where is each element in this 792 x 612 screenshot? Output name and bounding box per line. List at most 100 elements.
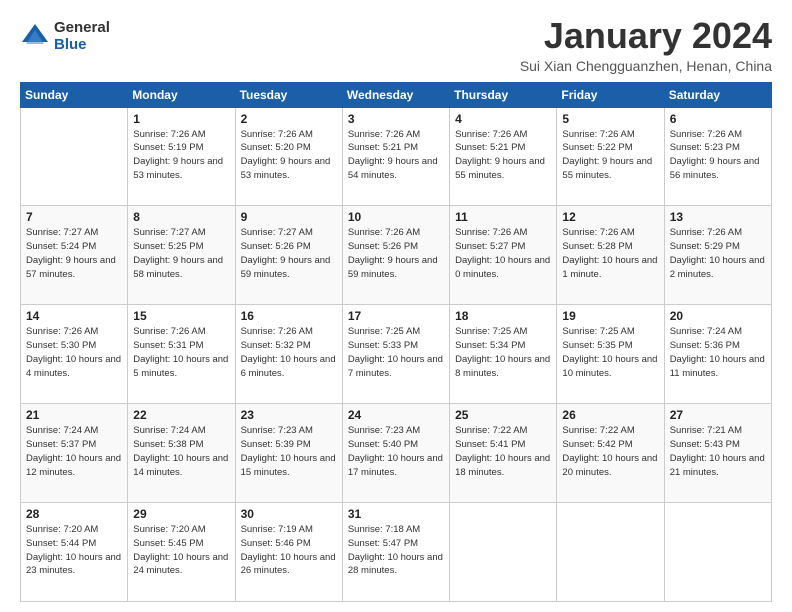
day-info: Sunrise: 7:24 AMSunset: 5:36 PMDaylight:… [670,325,766,380]
table-row: 11 Sunrise: 7:26 AMSunset: 5:27 PMDaylig… [450,206,557,305]
table-row: 22 Sunrise: 7:24 AMSunset: 5:38 PMDaylig… [128,404,235,503]
header-friday: Friday [557,82,664,107]
weekday-header-row: Sunday Monday Tuesday Wednesday Thursday… [21,82,772,107]
day-number: 4 [455,112,551,126]
day-info: Sunrise: 7:23 AMSunset: 5:40 PMDaylight:… [348,424,444,479]
day-info: Sunrise: 7:20 AMSunset: 5:45 PMDaylight:… [133,523,229,578]
day-info: Sunrise: 7:26 AMSunset: 5:29 PMDaylight:… [670,226,766,281]
day-info: Sunrise: 7:22 AMSunset: 5:42 PMDaylight:… [562,424,658,479]
day-number: 16 [241,309,337,323]
day-number: 8 [133,210,229,224]
day-number: 20 [670,309,766,323]
table-row: 17 Sunrise: 7:25 AMSunset: 5:33 PMDaylig… [342,305,449,404]
header: General Blue January 2024 Sui Xian Cheng… [20,16,772,74]
table-row: 8 Sunrise: 7:27 AMSunset: 5:25 PMDayligh… [128,206,235,305]
day-number: 28 [26,507,122,521]
logo-text: General Blue [54,20,110,53]
table-row: 15 Sunrise: 7:26 AMSunset: 5:31 PMDaylig… [128,305,235,404]
table-row: 3 Sunrise: 7:26 AMSunset: 5:21 PMDayligh… [342,107,449,206]
day-number: 23 [241,408,337,422]
day-number: 10 [348,210,444,224]
week-row-3: 21 Sunrise: 7:24 AMSunset: 5:37 PMDaylig… [21,404,772,503]
day-number: 27 [670,408,766,422]
day-number: 24 [348,408,444,422]
day-number: 25 [455,408,551,422]
table-row: 12 Sunrise: 7:26 AMSunset: 5:28 PMDaylig… [557,206,664,305]
day-number: 17 [348,309,444,323]
table-row: 1 Sunrise: 7:26 AMSunset: 5:19 PMDayligh… [128,107,235,206]
day-number: 30 [241,507,337,521]
header-thursday: Thursday [450,82,557,107]
week-row-0: 1 Sunrise: 7:26 AMSunset: 5:19 PMDayligh… [21,107,772,206]
table-row: 4 Sunrise: 7:26 AMSunset: 5:21 PMDayligh… [450,107,557,206]
day-info: Sunrise: 7:25 AMSunset: 5:33 PMDaylight:… [348,325,444,380]
day-number: 11 [455,210,551,224]
header-tuesday: Tuesday [235,82,342,107]
day-info: Sunrise: 7:26 AMSunset: 5:21 PMDaylight:… [455,128,551,183]
table-row: 18 Sunrise: 7:25 AMSunset: 5:34 PMDaylig… [450,305,557,404]
day-info: Sunrise: 7:27 AMSunset: 5:25 PMDaylight:… [133,226,229,281]
logo-icon [20,22,50,52]
day-number: 9 [241,210,337,224]
day-info: Sunrise: 7:20 AMSunset: 5:44 PMDaylight:… [26,523,122,578]
calendar-table: Sunday Monday Tuesday Wednesday Thursday… [20,82,772,602]
title-block: January 2024 Sui Xian Chengguanzhen, Hen… [520,16,772,74]
day-info: Sunrise: 7:26 AMSunset: 5:30 PMDaylight:… [26,325,122,380]
day-number: 15 [133,309,229,323]
table-row: 9 Sunrise: 7:27 AMSunset: 5:26 PMDayligh… [235,206,342,305]
day-info: Sunrise: 7:26 AMSunset: 5:19 PMDaylight:… [133,128,229,183]
table-row: 14 Sunrise: 7:26 AMSunset: 5:30 PMDaylig… [21,305,128,404]
day-number: 3 [348,112,444,126]
day-info: Sunrise: 7:26 AMSunset: 5:22 PMDaylight:… [562,128,658,183]
day-number: 19 [562,309,658,323]
day-info: Sunrise: 7:24 AMSunset: 5:37 PMDaylight:… [26,424,122,479]
table-row [21,107,128,206]
day-number: 31 [348,507,444,521]
table-row: 7 Sunrise: 7:27 AMSunset: 5:24 PMDayligh… [21,206,128,305]
logo: General Blue [20,20,110,53]
table-row: 27 Sunrise: 7:21 AMSunset: 5:43 PMDaylig… [664,404,771,503]
table-row: 23 Sunrise: 7:23 AMSunset: 5:39 PMDaylig… [235,404,342,503]
day-info: Sunrise: 7:21 AMSunset: 5:43 PMDaylight:… [670,424,766,479]
table-row: 2 Sunrise: 7:26 AMSunset: 5:20 PMDayligh… [235,107,342,206]
table-row [450,503,557,602]
table-row: 24 Sunrise: 7:23 AMSunset: 5:40 PMDaylig… [342,404,449,503]
day-info: Sunrise: 7:26 AMSunset: 5:26 PMDaylight:… [348,226,444,281]
day-info: Sunrise: 7:26 AMSunset: 5:27 PMDaylight:… [455,226,551,281]
table-row: 30 Sunrise: 7:19 AMSunset: 5:46 PMDaylig… [235,503,342,602]
day-info: Sunrise: 7:22 AMSunset: 5:41 PMDaylight:… [455,424,551,479]
day-info: Sunrise: 7:18 AMSunset: 5:47 PMDaylight:… [348,523,444,578]
day-info: Sunrise: 7:23 AMSunset: 5:39 PMDaylight:… [241,424,337,479]
header-sunday: Sunday [21,82,128,107]
table-row: 19 Sunrise: 7:25 AMSunset: 5:35 PMDaylig… [557,305,664,404]
day-number: 6 [670,112,766,126]
table-row: 26 Sunrise: 7:22 AMSunset: 5:42 PMDaylig… [557,404,664,503]
day-number: 7 [26,210,122,224]
table-row [557,503,664,602]
day-number: 22 [133,408,229,422]
table-row: 20 Sunrise: 7:24 AMSunset: 5:36 PMDaylig… [664,305,771,404]
day-info: Sunrise: 7:26 AMSunset: 5:20 PMDaylight:… [241,128,337,183]
day-number: 29 [133,507,229,521]
day-number: 18 [455,309,551,323]
table-row: 5 Sunrise: 7:26 AMSunset: 5:22 PMDayligh… [557,107,664,206]
table-row: 10 Sunrise: 7:26 AMSunset: 5:26 PMDaylig… [342,206,449,305]
day-number: 5 [562,112,658,126]
day-info: Sunrise: 7:26 AMSunset: 5:23 PMDaylight:… [670,128,766,183]
table-row: 6 Sunrise: 7:26 AMSunset: 5:23 PMDayligh… [664,107,771,206]
title-month: January 2024 [520,16,772,56]
day-info: Sunrise: 7:27 AMSunset: 5:24 PMDaylight:… [26,226,122,281]
day-info: Sunrise: 7:26 AMSunset: 5:31 PMDaylight:… [133,325,229,380]
week-row-1: 7 Sunrise: 7:27 AMSunset: 5:24 PMDayligh… [21,206,772,305]
day-number: 2 [241,112,337,126]
day-info: Sunrise: 7:25 AMSunset: 5:34 PMDaylight:… [455,325,551,380]
day-info: Sunrise: 7:19 AMSunset: 5:46 PMDaylight:… [241,523,337,578]
table-row: 31 Sunrise: 7:18 AMSunset: 5:47 PMDaylig… [342,503,449,602]
header-saturday: Saturday [664,82,771,107]
day-number: 12 [562,210,658,224]
day-number: 13 [670,210,766,224]
week-row-2: 14 Sunrise: 7:26 AMSunset: 5:30 PMDaylig… [21,305,772,404]
table-row: 21 Sunrise: 7:24 AMSunset: 5:37 PMDaylig… [21,404,128,503]
table-row: 28 Sunrise: 7:20 AMSunset: 5:44 PMDaylig… [21,503,128,602]
day-info: Sunrise: 7:26 AMSunset: 5:21 PMDaylight:… [348,128,444,183]
